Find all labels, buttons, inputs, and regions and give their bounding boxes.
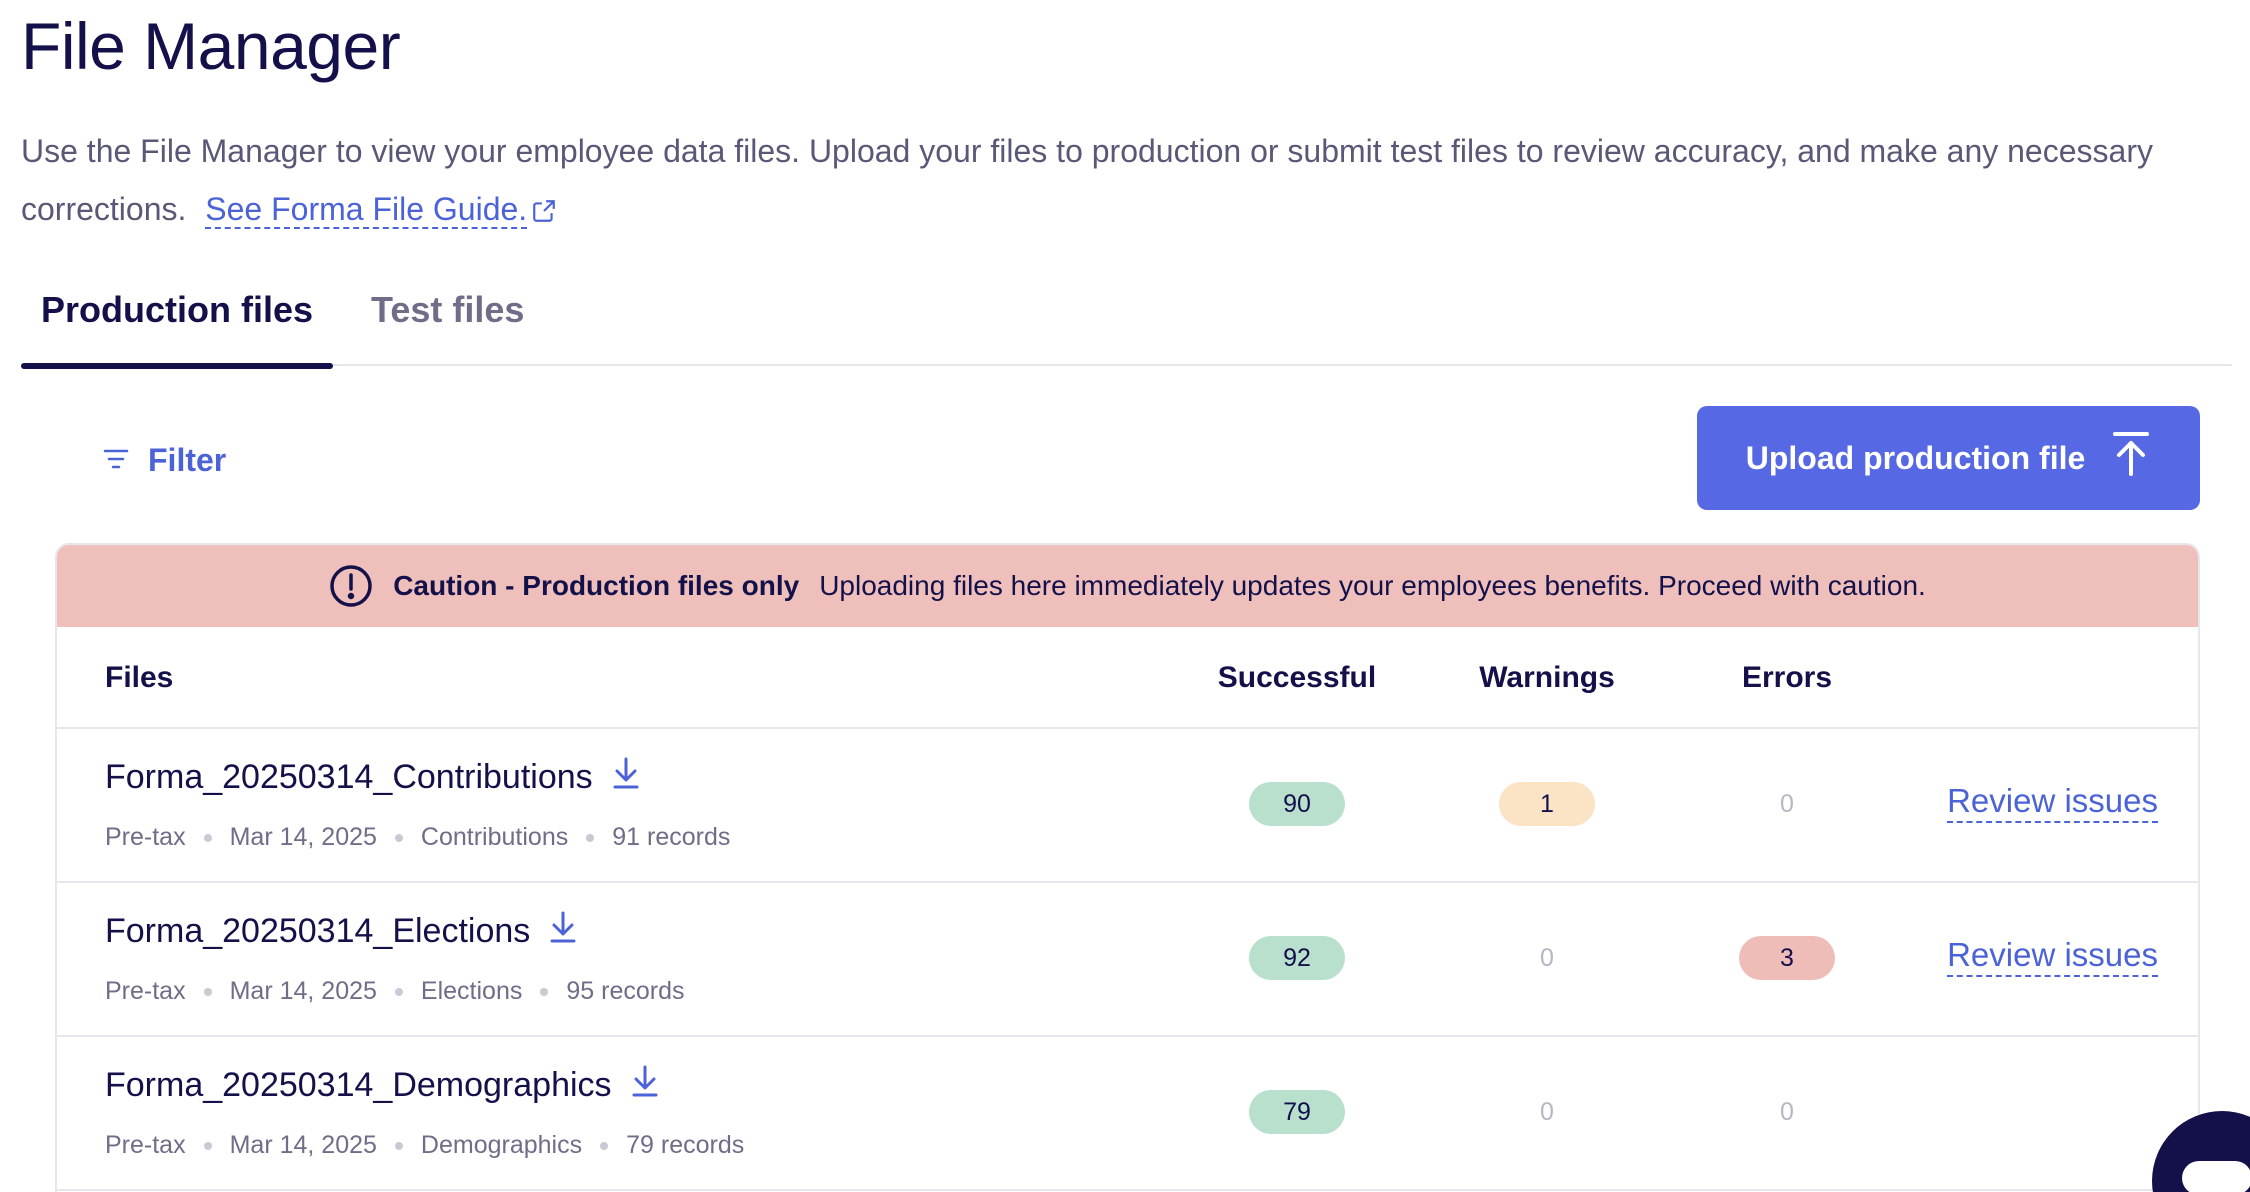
warnings-count: 0 [1540, 943, 1554, 972]
file-meta: Pre-tax Mar 14, 2025 Contributions 91 re… [105, 823, 730, 852]
separator-dot [203, 833, 212, 842]
file-name: Forma_20250314_Contributions [105, 757, 639, 798]
errors-cell: 0 [1687, 781, 1887, 827]
separator-dot [586, 833, 595, 842]
file-category: Demographics [420, 1131, 583, 1159]
column-header-files: Files [105, 661, 174, 694]
errors-cell: 0 [1687, 1089, 1887, 1135]
separator-dot [540, 987, 549, 996]
file-guide-link[interactable]: See Forma File Guide. [205, 191, 528, 229]
errors-cell: 3 [1687, 935, 1887, 981]
separator-dot [600, 1141, 609, 1150]
file-records: 91 records [612, 823, 731, 851]
filter-icon [102, 442, 130, 479]
successful-badge: 92 [1249, 936, 1345, 980]
successful-badge: 90 [1249, 782, 1345, 826]
caution-message: Uploading files here immediately updates… [819, 570, 1926, 601]
filter-label: Filter [148, 441, 227, 478]
table-row: Forma_20250314_Elections Pre-tax Mar 14,… [57, 883, 2198, 1037]
download-icon[interactable] [632, 1065, 658, 1106]
separator-dot [203, 987, 212, 996]
warnings-cell: 0 [1447, 935, 1647, 981]
column-header-errors: Errors [1741, 661, 1833, 694]
file-meta: Pre-tax Mar 14, 2025 Demographics 79 rec… [105, 1131, 744, 1160]
chat-icon [2182, 1161, 2250, 1192]
file-type: Pre-tax [105, 977, 186, 1005]
errors-badge: 3 [1739, 936, 1835, 980]
file-manager-page: File Manager Use the File Manager to vie… [0, 0, 2250, 1192]
file-category: Elections [420, 977, 523, 1005]
file-meta: Pre-tax Mar 14, 2025 Elections 95 record… [105, 977, 685, 1006]
successful-cell: 92 [1197, 935, 1397, 981]
separator-dot [394, 833, 403, 842]
errors-count: 0 [1780, 1097, 1794, 1126]
tab-test-files[interactable]: Test files [351, 280, 544, 366]
separator-dot [394, 987, 403, 996]
file-category: Contributions [420, 823, 569, 851]
file-name: Forma_20250314_Demographics [105, 1065, 658, 1106]
table-row: Forma_20250314_Contributions Pre-tax Mar… [57, 729, 2198, 883]
successful-cell: 79 [1197, 1089, 1397, 1135]
page-description: Use the File Manager to view your employ… [21, 122, 2161, 242]
warnings-cell: 1 [1447, 781, 1647, 827]
download-icon[interactable] [550, 911, 576, 952]
caution-banner: Caution - Production files only Uploadin… [57, 545, 2198, 627]
tab-production-files[interactable]: Production files [21, 280, 334, 369]
upload-button-label: Upload production file [1745, 439, 2086, 476]
file-tabs: Production files Test files [21, 258, 2232, 369]
column-header-successful: Successful [1217, 661, 1377, 694]
file-type: Pre-tax [105, 823, 186, 851]
successful-cell: 90 [1197, 781, 1397, 827]
file-name-text: Forma_20250314_Demographics [105, 1066, 612, 1104]
file-records: 79 records [626, 1131, 745, 1159]
file-type: Pre-tax [105, 1131, 186, 1159]
file-guide-link-label: See Forma File Guide. [205, 191, 528, 227]
successful-badge: 79 [1249, 1090, 1345, 1134]
separator-dot [203, 1141, 212, 1150]
warnings-badge: 1 [1499, 782, 1595, 826]
file-date: Mar 14, 2025 [229, 1131, 377, 1159]
separator-dot [394, 1141, 403, 1150]
file-name-text: Forma_20250314_Elections [105, 912, 531, 950]
file-date: Mar 14, 2025 [229, 977, 377, 1005]
download-icon[interactable] [613, 757, 639, 798]
review-issues-link[interactable]: Review issues [1947, 935, 2158, 977]
table-header: Files Successful Warnings Errors [57, 627, 2198, 729]
page-title: File Manager [21, 9, 401, 83]
external-link-icon [531, 184, 557, 242]
files-card: Caution - Production files only Uploadin… [55, 543, 2200, 1192]
errors-count: 0 [1780, 789, 1794, 818]
file-name: Forma_20250314_Elections [105, 911, 576, 952]
alert-circle-icon [329, 564, 373, 608]
file-date: Mar 14, 2025 [229, 823, 377, 851]
filter-button[interactable]: Filter [102, 438, 226, 482]
table-row: Forma_20250314_Demographics Pre-tax Mar … [57, 1037, 2198, 1191]
upload-arrow-icon [2111, 431, 2151, 485]
column-header-warnings: Warnings [1479, 661, 1615, 694]
file-name-text: Forma_20250314_Contributions [105, 758, 593, 796]
review-issues-link[interactable]: Review issues [1947, 781, 2158, 823]
upload-production-file-button[interactable]: Upload production file [1697, 406, 2200, 510]
warnings-count: 0 [1540, 1097, 1554, 1126]
warnings-cell: 0 [1447, 1089, 1647, 1135]
caution-title: Caution - Production files only [393, 570, 800, 601]
file-records: 95 records [566, 977, 685, 1005]
